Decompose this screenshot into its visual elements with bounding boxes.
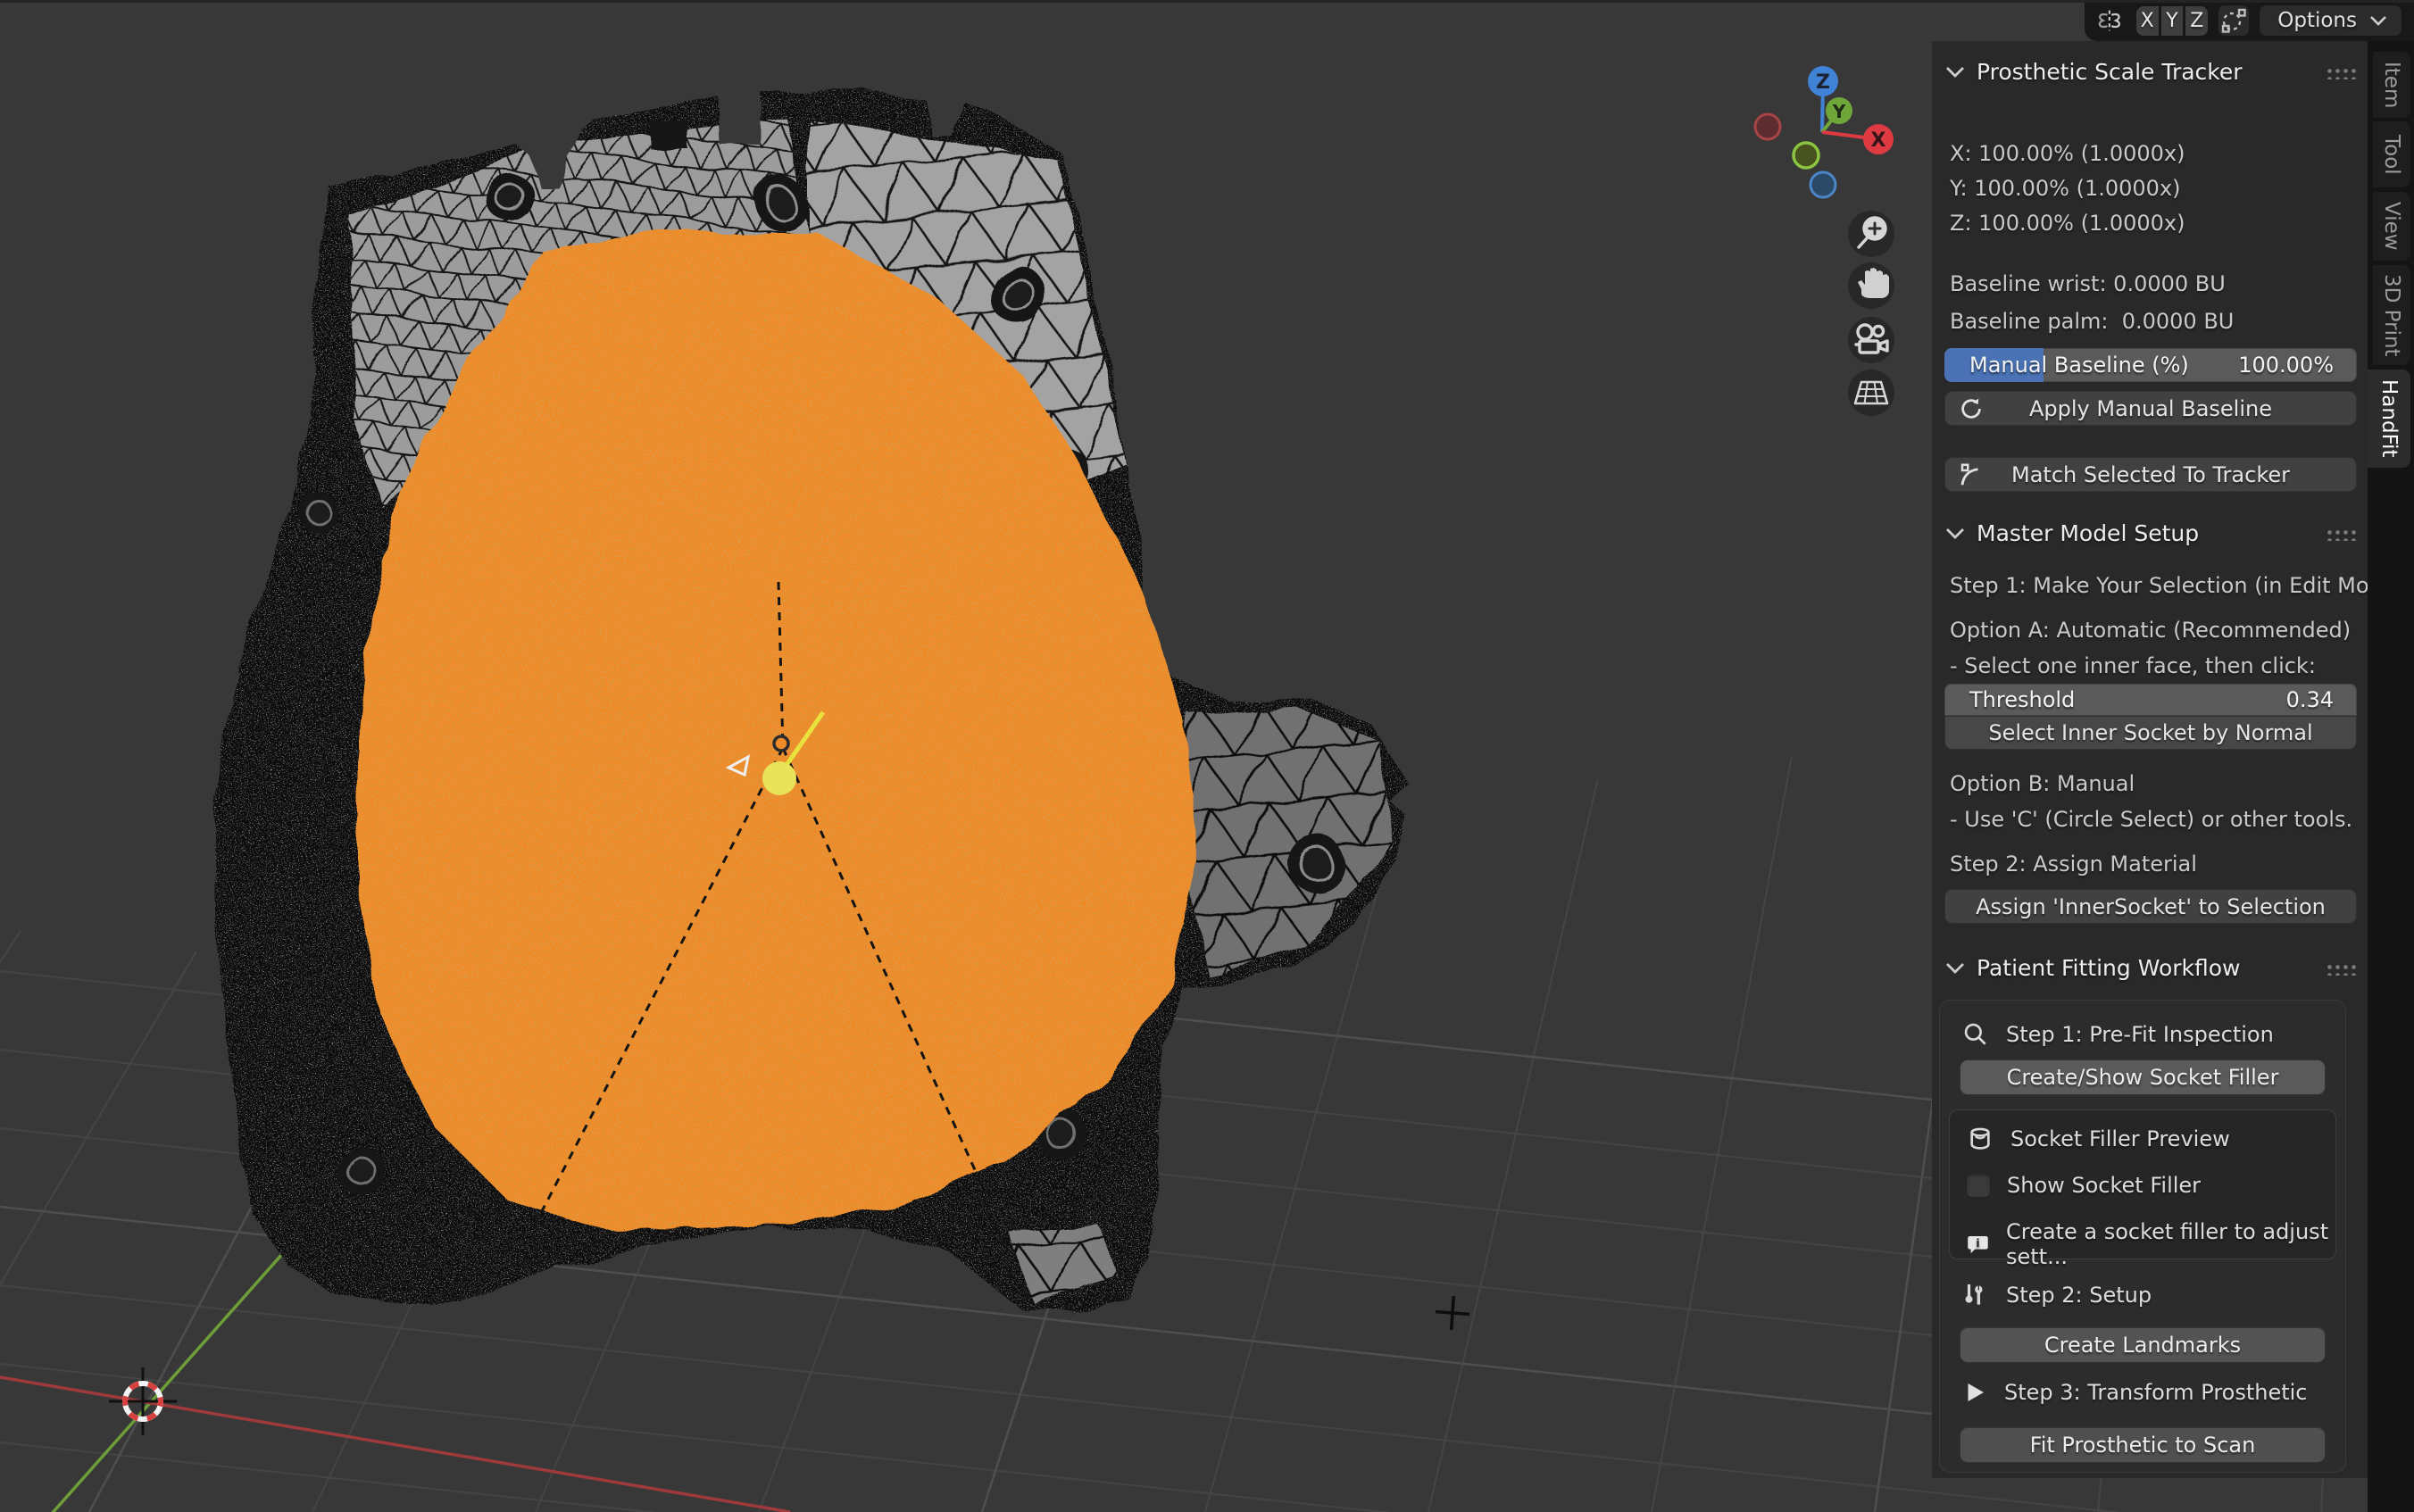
mirror-y-toggle[interactable]: Y — [2161, 6, 2184, 36]
zoom-icon[interactable] — [1848, 211, 1894, 257]
pan-hand-icon[interactable] — [1848, 262, 1894, 309]
tab-handfit[interactable]: HandFit — [2368, 370, 2410, 468]
editor-top-border — [0, 0, 2414, 3]
show-socket-filler-row: Show Socket Filler — [1966, 1173, 2201, 1198]
sidebar-tab-strip: Item Tool View 3D Print HandFit — [2368, 0, 2414, 1512]
mirror-axis-toggle-group: X Y Z — [2136, 6, 2208, 36]
socket-filler-info-row: i Create a socket filler to adjust sett.… — [1966, 1219, 2335, 1269]
svg-text:Z: Z — [1816, 71, 1830, 94]
chevron-down-icon — [1944, 961, 1966, 975]
create-show-socket-filler-button[interactable]: Create/Show Socket Filler — [1960, 1059, 2326, 1095]
svg-text:Y: Y — [1832, 101, 1846, 122]
gizmo-axis-neg-x[interactable] — [1755, 114, 1780, 139]
option-b-text: Option B: Manual — [1950, 771, 2135, 796]
panel-header-prosthetic-scale-tracker[interactable]: Prosthetic Scale Tracker — [1944, 59, 2357, 85]
prefit-inspection-row: Step 1: Pre-Fit Inspection — [1961, 1020, 2274, 1049]
baseline-wrist-readout: Baseline wrist: 0.0000 BU — [1950, 271, 2226, 296]
transform-step-row: Step 3: Transform Prosthetic — [1961, 1379, 2308, 1406]
tab-3d-print[interactable]: 3D Print — [2373, 265, 2410, 365]
panel-grip-handle[interactable] — [2326, 961, 2357, 976]
tab-item[interactable]: Item — [2373, 52, 2410, 118]
option-a-text: Option A: Automatic (Recommended) — [1950, 618, 2351, 643]
orthographic-grid-icon[interactable] — [1848, 370, 1894, 416]
refresh-icon — [1958, 395, 1985, 422]
panel-grip-handle[interactable] — [2326, 65, 2357, 79]
master-step2-text: Step 2: Assign Material — [1950, 852, 2197, 876]
master-step1-text: Step 1: Make Your Selection (in Edit Mod… — [1950, 573, 2404, 598]
search-icon — [1961, 1020, 1990, 1049]
viewport-header-bar: X Y Z Options — [2085, 0, 2414, 41]
mesh-hole — [649, 119, 687, 147]
fit-prosthetic-to-scan-button[interactable]: Fit Prosthetic to Scan — [1960, 1427, 2326, 1463]
scale-y-readout: Y: 100.00% (1.0000x) — [1950, 176, 2181, 201]
patient-workflow-box: Step 1: Pre-Fit Inspection Create/Show S… — [1939, 1000, 2346, 1473]
scale-x-readout: X: 100.00% (1.0000x) — [1950, 141, 2185, 166]
options-button[interactable]: Options — [2260, 5, 2402, 36]
show-socket-filler-checkbox[interactable] — [1966, 1173, 1991, 1198]
tab-view[interactable]: View — [2373, 192, 2410, 261]
origin-point-marker — [774, 736, 788, 751]
manual-baseline-slider[interactable]: Manual Baseline (%) 100.00% — [1944, 348, 2357, 382]
match-selected-to-tracker-button[interactable]: Match Selected To Tracker — [1944, 457, 2357, 492]
svg-text:X: X — [1871, 129, 1886, 152]
panel-header-patient-fitting-workflow[interactable]: Patient Fitting Workflow — [1944, 955, 2357, 981]
scale-z-readout: Z: 100.00% (1.0000x) — [1950, 211, 2185, 236]
threshold-slider[interactable]: Threshold 0.34 — [1944, 684, 2357, 716]
setup-step-row: Step 2: Setup — [1961, 1281, 2152, 1309]
cylinder-icon — [1966, 1125, 1994, 1153]
tab-tool[interactable]: Tool — [2373, 121, 2410, 187]
chevron-down-icon — [1944, 65, 1966, 79]
info-icon: i — [1966, 1230, 1990, 1259]
socket-filler-preview-row: Socket Filler Preview — [1966, 1125, 2230, 1153]
mirror-x-icon[interactable] — [2094, 4, 2126, 37]
gizmo-axis-neg-z[interactable] — [1810, 172, 1835, 197]
camera-view-icon[interactable] — [1848, 317, 1894, 363]
panel-grip-handle[interactable] — [2326, 527, 2357, 541]
svg-text:i: i — [1976, 1237, 1979, 1250]
apply-manual-baseline-button[interactable]: Apply Manual Baseline — [1944, 391, 2357, 426]
active-vertex-marker[interactable] — [762, 761, 796, 795]
tools-icon — [1961, 1281, 1990, 1309]
play-triangle-icon — [1961, 1379, 1988, 1406]
create-landmarks-button[interactable]: Create Landmarks — [1960, 1327, 2326, 1363]
mirror-x-toggle[interactable]: X — [2136, 6, 2159, 36]
chevron-down-icon — [1944, 527, 1966, 540]
mirror-z-toggle[interactable]: Z — [2185, 6, 2208, 36]
panel-header-master-model-setup[interactable]: Master Model Setup — [1944, 520, 2357, 546]
snap-hook-icon — [1958, 461, 1985, 488]
select-inner-socket-button[interactable]: Select Inner Socket by Normal — [1944, 716, 2357, 750]
option-b-hint-text: - Use 'C' (Circle Select) or other tools… — [1950, 807, 2352, 832]
assign-innersocket-button[interactable]: Assign 'InnerSocket' to Selection — [1944, 889, 2357, 924]
gizmo-axis-neg-y[interactable] — [1794, 143, 1819, 168]
option-a-hint-text: - Select one inner face, then click: — [1950, 653, 2316, 678]
sidebar-n-panel: Prosthetic Scale Tracker X: 100.00% (1.0… — [1932, 41, 2371, 1478]
baseline-palm-readout: Baseline palm: 0.0000 BU — [1950, 309, 2234, 334]
proportional-edit-falloff-icon[interactable] — [2218, 5, 2249, 36]
chevron-down-icon — [2369, 15, 2387, 26]
socket-filler-preview-box: Socket Filler Preview Show Socket Filler… — [1949, 1109, 2336, 1259]
